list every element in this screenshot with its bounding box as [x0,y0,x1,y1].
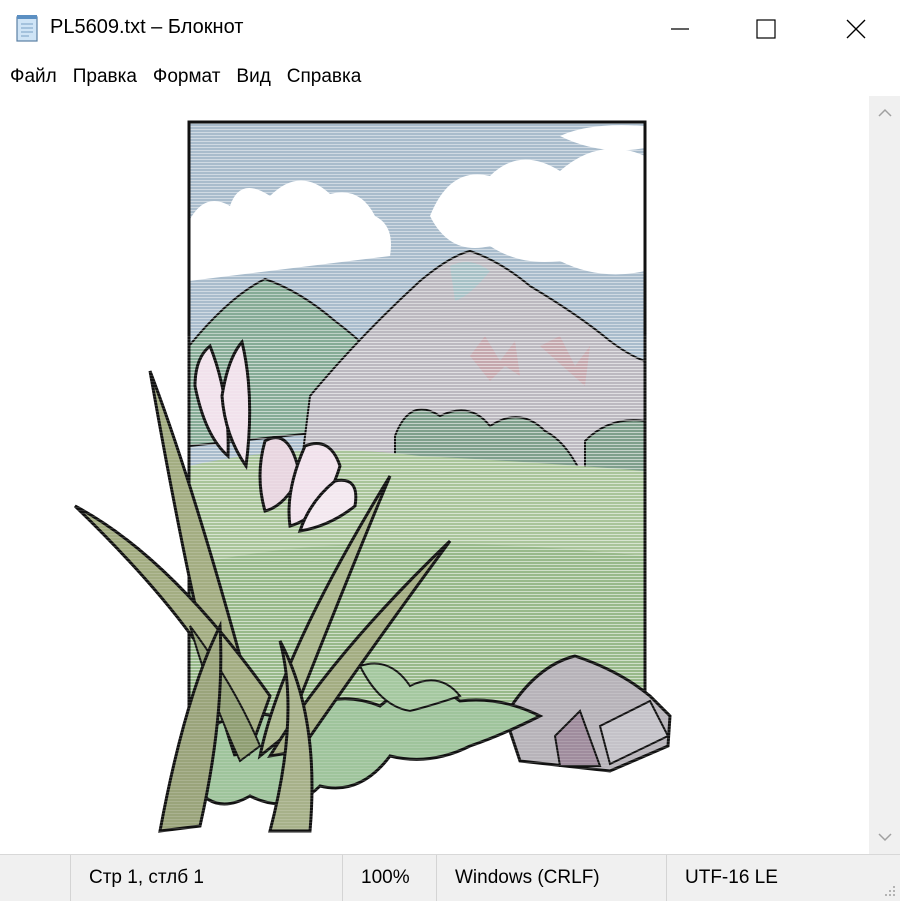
menu-format[interactable]: Формат [145,58,229,96]
title-bar[interactable]: PL5609.txt – Блокнот [0,0,900,58]
menu-file[interactable]: Файл [0,58,65,96]
encoding: UTF-16 LE [666,855,900,901]
window-title: PL5609.txt – Блокнот [50,16,244,38]
line-endings: Windows (CRLF) [436,855,666,901]
menu-edit[interactable]: Правка [65,58,145,96]
minimize-icon [671,28,689,30]
ascii-art-landscape-icon [60,120,680,836]
scroll-down-button[interactable] [869,820,900,854]
resize-grip-icon[interactable] [884,885,896,897]
menu-bar: Файл Правка Формат Вид Справка [0,58,900,97]
status-bar: Стр 1, стлб 1 100% Windows (CRLF) UTF-16… [0,854,900,901]
menu-help[interactable]: Справка [279,58,370,96]
close-icon [846,19,866,39]
cursor-position: Стр 1, стлб 1 [70,855,342,901]
maximize-button[interactable] [722,0,810,58]
minimize-button[interactable] [636,0,724,58]
maximize-icon [756,19,776,39]
close-button[interactable] [812,0,900,58]
chevron-up-icon [877,108,892,117]
notepad-icon [16,15,38,42]
chevron-down-icon [877,833,892,842]
menu-view[interactable]: Вид [228,58,278,96]
scroll-up-button[interactable] [869,96,900,130]
zoom-level: 100% [342,855,436,901]
vertical-scrollbar[interactable] [869,96,900,854]
text-editor-area[interactable] [0,96,869,854]
